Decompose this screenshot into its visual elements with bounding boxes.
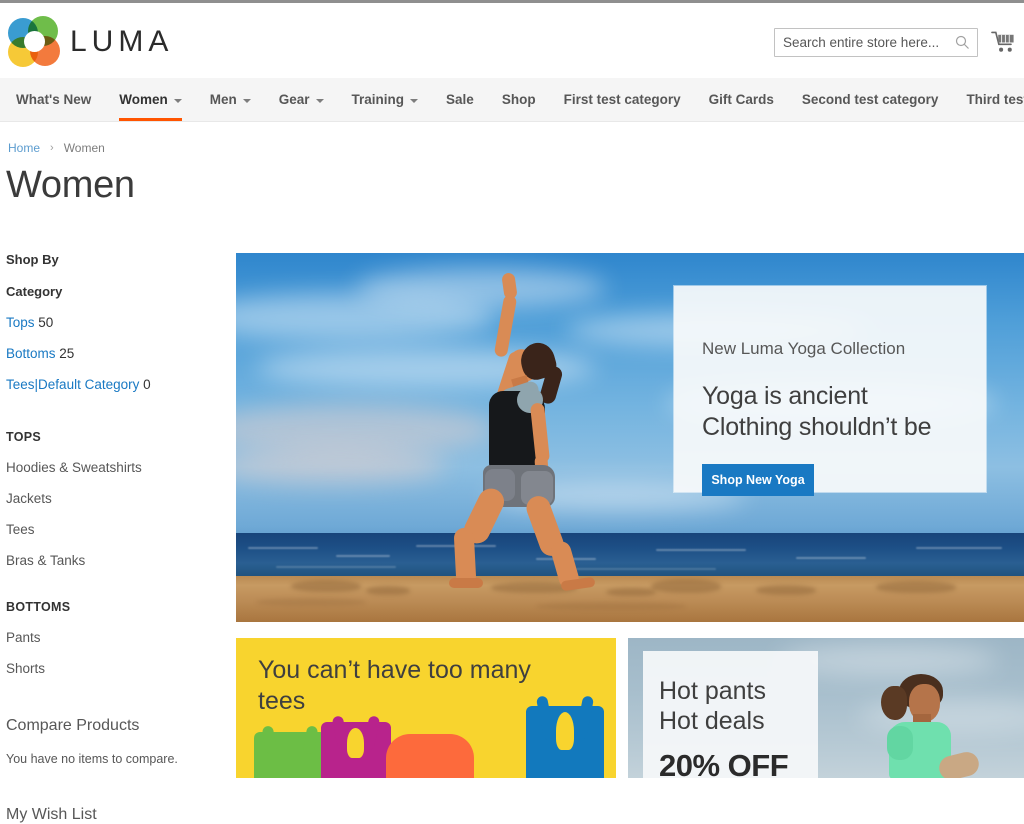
promo-hot-pants-line1: Hot pants bbox=[659, 677, 767, 705]
category-filter-title: Category bbox=[6, 284, 63, 299]
breadcrumb: Home › Women bbox=[8, 141, 105, 155]
category-link-bras-tanks[interactable]: Bras & Tanks bbox=[6, 553, 226, 568]
nav-label: First test category bbox=[563, 92, 681, 107]
filter-option-bottoms[interactable]: Bottoms 25 bbox=[6, 346, 226, 361]
category-group-heading-tops: TOPS bbox=[6, 430, 42, 444]
hero-text-panel: New Luma Yoga Collection Yoga is ancient… bbox=[674, 286, 986, 496]
search-box[interactable] bbox=[774, 28, 978, 57]
category-link-shorts[interactable]: Shorts bbox=[6, 661, 226, 676]
nav-label: Women bbox=[119, 92, 168, 107]
filter-count: 50 bbox=[38, 315, 54, 330]
logo[interactable]: LUMA bbox=[8, 16, 173, 68]
filter-label: Tops bbox=[6, 315, 35, 330]
nav-label: Training bbox=[351, 92, 405, 107]
promo-hot-pants-card: Hot pants Hot deals 20% OFF bbox=[643, 651, 818, 778]
nav-label: What's New bbox=[16, 92, 92, 107]
nav-label: Third test category bbox=[966, 92, 1024, 107]
filter-label: Tees bbox=[6, 377, 35, 392]
nav-item-second-test-category[interactable]: Second test category bbox=[788, 78, 953, 121]
logo-text: LUMA bbox=[70, 25, 174, 58]
nav-label: Gear bbox=[278, 92, 310, 107]
hero-banner[interactable]: New Luma Yoga Collection Yoga is ancient… bbox=[236, 253, 1024, 622]
my-wish-list-title: My Wish List bbox=[6, 806, 97, 823]
promo-hot-pants-discount: 20% OFF bbox=[659, 748, 789, 778]
promo-tile-tees[interactable]: You can’t have too many tees bbox=[236, 638, 616, 778]
filter-option-tees-default-category[interactable]: Tees|Default Category 0 bbox=[6, 377, 226, 392]
tank-top-orange-icon bbox=[386, 728, 474, 778]
promo-tile-hot-pants[interactable]: Hot pants Hot deals 20% OFF bbox=[628, 638, 1024, 778]
hero-headline-line2: Clothing shouldn’t be bbox=[702, 413, 932, 441]
tank-top-blue-icon bbox=[526, 695, 604, 778]
breadcrumb-home[interactable]: Home bbox=[8, 141, 40, 155]
hero-eyebrow: New Luma Yoga Collection bbox=[702, 339, 906, 358]
category-link-tees[interactable]: Tees bbox=[6, 522, 226, 537]
chevron-down-icon bbox=[242, 98, 251, 103]
nav-label: Men bbox=[209, 92, 237, 107]
chevron-down-icon bbox=[410, 98, 419, 103]
promo-hot-pants-line2: Hot deals bbox=[659, 707, 765, 735]
category-group-heading-bottoms: BOTTOMS bbox=[6, 600, 71, 614]
luma-flower-logo-icon bbox=[8, 16, 60, 68]
nav-item-sale[interactable]: Sale bbox=[432, 78, 488, 121]
page-title: Women bbox=[6, 164, 135, 206]
category-link-jackets[interactable]: Jackets bbox=[6, 491, 226, 506]
search-area bbox=[774, 28, 978, 57]
nav-item-gift-cards[interactable]: Gift Cards bbox=[695, 78, 788, 121]
nav-item-women[interactable]: Women bbox=[105, 78, 196, 121]
site-header: LUMA bbox=[0, 0, 1024, 78]
filter-option-tops[interactable]: Tops 50 bbox=[6, 315, 226, 330]
nav-item-whats-new[interactable]: What's New bbox=[2, 78, 105, 121]
nav-item-third-test-category[interactable]: Third test category bbox=[952, 78, 1024, 121]
shop-new-yoga-button[interactable]: Shop New Yoga bbox=[702, 464, 814, 496]
nav-item-training[interactable]: Training bbox=[338, 78, 433, 121]
search-input[interactable] bbox=[775, 29, 947, 56]
filter-count: 0 bbox=[143, 377, 151, 392]
nav-label: Sale bbox=[446, 92, 474, 107]
category-link-pants[interactable]: Pants bbox=[6, 630, 226, 645]
shop-by-title: Shop By bbox=[6, 252, 59, 267]
sidebar: Shop By Category Tops 50 Bottoms 25 Tees… bbox=[6, 252, 226, 824]
filter-label: Bottoms bbox=[6, 346, 56, 361]
nav-item-first-test-category[interactable]: First test category bbox=[550, 78, 695, 121]
breadcrumb-current: Women bbox=[63, 141, 105, 155]
compare-products-empty-text: You have no items to compare. bbox=[6, 752, 178, 766]
shopping-cart-icon[interactable] bbox=[991, 29, 1016, 55]
category-link-hoodies-sweatshirts[interactable]: Hoodies & Sweatshirts bbox=[6, 460, 226, 475]
yoga-figure bbox=[421, 272, 651, 592]
nav-item-shop[interactable]: Shop bbox=[488, 78, 550, 121]
breadcrumb-separator: › bbox=[50, 142, 54, 154]
nav-label: Gift Cards bbox=[708, 92, 774, 107]
chevron-down-icon bbox=[173, 98, 182, 103]
chevron-down-icon bbox=[315, 98, 324, 103]
nav-item-men[interactable]: Men bbox=[196, 78, 265, 121]
compare-products-title: Compare Products bbox=[6, 717, 140, 734]
nav-label: Second test category bbox=[801, 92, 939, 107]
hero-headline-line1: Yoga is ancient bbox=[702, 382, 868, 410]
runner-figure bbox=[873, 670, 993, 778]
main-navigation: What's New Women Men Gear Training Sale … bbox=[0, 78, 1024, 122]
nav-label: Shop bbox=[501, 92, 536, 107]
tank-top-magenta-icon bbox=[321, 715, 391, 778]
filter-count: 25 bbox=[59, 346, 75, 361]
tank-top-green-icon bbox=[254, 725, 326, 778]
promo-tees-text: You can’t have too many tees bbox=[258, 656, 531, 715]
filter-label-secondary: Default Category bbox=[38, 377, 140, 392]
search-icon[interactable] bbox=[955, 35, 970, 50]
nav-item-gear[interactable]: Gear bbox=[265, 78, 338, 121]
